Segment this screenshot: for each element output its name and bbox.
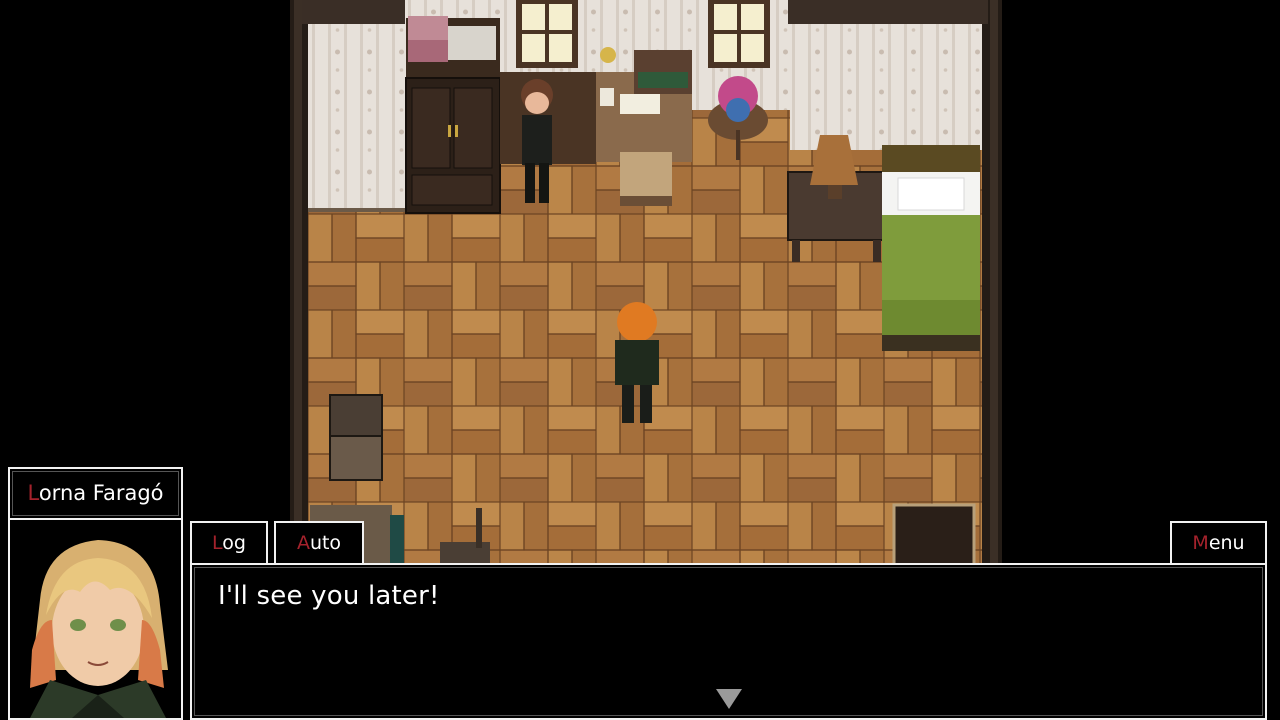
room-map — [290, 0, 1002, 565]
dialog-text: I'll see you later! — [218, 581, 440, 611]
speaker-name-rest: orna Faragó — [38, 481, 164, 505]
log-button-rest: og — [222, 532, 246, 554]
window-left — [516, 0, 578, 68]
auto-button-initial: A — [296, 532, 310, 554]
portrait-image — [10, 520, 181, 718]
auto-button[interactable]: Auto — [274, 521, 364, 565]
triangle-down-icon[interactable] — [716, 689, 742, 709]
menu-button-initial: M — [1192, 532, 1209, 554]
speaker-name-initial: L — [27, 481, 39, 505]
game-scene — [290, 0, 1002, 565]
log-button-initial: L — [212, 532, 223, 554]
dialog-box[interactable]: I'll see you later! — [190, 563, 1267, 720]
log-button[interactable]: Log — [190, 521, 268, 565]
speaker-portrait — [8, 518, 183, 720]
window-right — [708, 0, 770, 68]
speaker-name-box: Lorna Faragó — [8, 467, 183, 520]
auto-button-rest: uto — [309, 532, 342, 554]
menu-button[interactable]: Menu — [1170, 521, 1267, 565]
menu-button-rest: enu — [1208, 532, 1245, 554]
